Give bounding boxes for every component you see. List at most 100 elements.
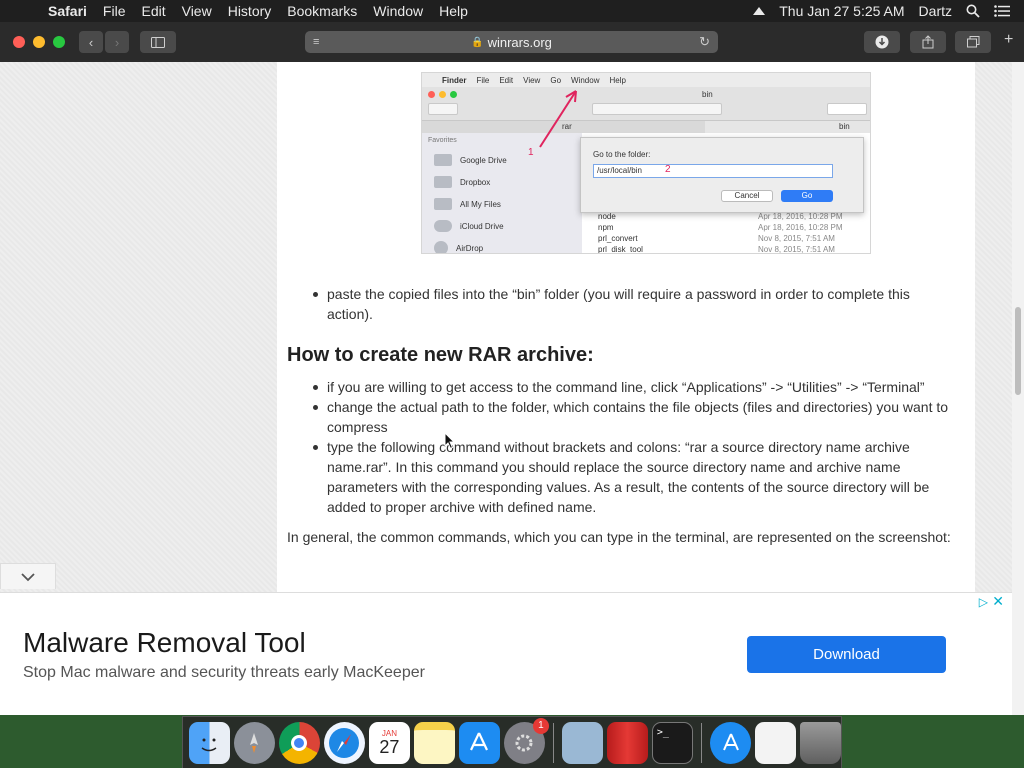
terminal-icon[interactable]: >_: [651, 721, 694, 764]
sidebar-toggle-button[interactable]: [140, 31, 176, 53]
reload-icon[interactable]: ↻: [699, 34, 710, 50]
screenshot-sidebar-item: iCloud Drive: [422, 215, 582, 237]
calendar-icon[interactable]: JAN 27: [368, 721, 410, 764]
screenshot-sidebar-item: Google Drive: [422, 149, 582, 171]
collapse-ad-button[interactable]: [0, 563, 56, 589]
screenshot-menu-help: Help: [609, 75, 626, 85]
mouse-cursor-icon: [444, 432, 456, 450]
tabs-overview-button[interactable]: [955, 31, 991, 53]
notes-icon[interactable]: [413, 721, 455, 764]
screenshot-goto-dialog: Go to the folder: /usr/local/bin Cancel …: [580, 137, 864, 213]
winrar-icon[interactable]: [606, 721, 648, 764]
safari-icon[interactable]: [323, 721, 365, 764]
app-store-icon[interactable]: [458, 721, 500, 764]
user-name[interactable]: Dartz: [919, 3, 952, 19]
close-window-button[interactable]: [13, 36, 25, 48]
menu-file[interactable]: File: [95, 3, 134, 19]
clock[interactable]: Thu Jan 27 5:25 AM: [779, 3, 904, 19]
share-button[interactable]: [910, 31, 946, 53]
bullet-command-line1: type the following command without brack…: [327, 439, 910, 455]
bullet-change-path-line2: compress: [327, 419, 388, 435]
menu-edit[interactable]: Edit: [133, 3, 173, 19]
calendar-day: 27: [379, 737, 400, 757]
trash-icon[interactable]: [799, 721, 841, 764]
bullet-command-line3: parameters with the corresponding values…: [327, 479, 930, 495]
dock: JAN 27 1 >_: [182, 716, 842, 768]
sidebar-icon: [151, 36, 165, 48]
share-icon: [922, 35, 934, 49]
back-button[interactable]: ‹: [79, 31, 103, 53]
article-content: Finder File Edit View Go Window Help bin: [277, 62, 975, 592]
screenshot-folder-title: bin: [702, 90, 713, 99]
menu-help[interactable]: Help: [431, 3, 476, 19]
arrow-annotation-icon: [539, 90, 577, 148]
screenshot-sidebar-item: All My Files: [422, 193, 582, 215]
adchoices-icon[interactable]: ▷: [979, 595, 988, 609]
lock-icon: 🔒: [471, 36, 484, 48]
forward-button[interactable]: ›: [105, 31, 129, 53]
screenshot-go-button: Go: [781, 190, 833, 202]
screenshot-sidebar-item: AirDrop: [422, 237, 582, 253]
close-ad-icon[interactable]: ✕: [992, 593, 1004, 610]
bullet-dot: [313, 445, 318, 450]
address-bar[interactable]: ≡ 🔒 winrars.org ↻: [305, 31, 718, 53]
dock-separator: [552, 722, 554, 763]
eject-icon[interactable]: [753, 7, 766, 15]
bullet-paste-line1: paste the copied files into the “bin” fo…: [327, 286, 910, 302]
screenshot-sidebar: Favorites Google Drive Dropbox All My Fi…: [422, 133, 582, 253]
scrollbar-thumb[interactable]: [1015, 307, 1021, 395]
bullet-dot: [313, 292, 318, 297]
launchpad-icon[interactable]: [233, 721, 275, 764]
screenshot-favorites-label: Favorites: [428, 137, 457, 144]
new-tab-button[interactable]: +: [1004, 31, 1024, 49]
screenshot-dialog-label: Go to the folder:: [593, 150, 651, 159]
notification-badge: 1: [532, 717, 549, 734]
ad-title[interactable]: Malware Removal Tool: [23, 627, 306, 659]
app-store-folder-icon[interactable]: [710, 721, 751, 764]
menu-window[interactable]: Window: [365, 3, 431, 19]
bullet-change-path-line1: change the actual path to the folder, wh…: [327, 399, 949, 415]
step-2-label: 2: [665, 164, 671, 175]
finder-icon[interactable]: [189, 721, 230, 764]
download-button[interactable]: Download: [747, 636, 946, 673]
screenshot-file-row: prl_convert Nov 8, 2015, 7:51 AM: [598, 234, 835, 243]
menu-app-safari[interactable]: Safari: [40, 3, 95, 19]
bullet-dot: [313, 385, 318, 390]
minimize-window-button[interactable]: [33, 36, 45, 48]
screenshot-dialog-input: /usr/local/bin: [593, 164, 833, 178]
screenshot-menu-edit: Edit: [499, 75, 514, 85]
spotlight-search-icon[interactable]: [966, 4, 980, 18]
notification-center-icon[interactable]: [994, 5, 1010, 17]
step-1-label: 1: [528, 147, 534, 158]
screenshot-file-row: npm Apr 18, 2016, 10:28 PM: [598, 223, 843, 232]
downloads-button[interactable]: [864, 31, 900, 53]
chrome-icon[interactable]: [278, 721, 320, 764]
screenshot-cancel-button: Cancel: [721, 190, 773, 202]
bullet-dot: [313, 405, 318, 410]
safari-toolbar: ‹ › ≡ 🔒 winrars.org ↻ +: [0, 22, 1024, 62]
zoom-window-button[interactable]: [53, 36, 65, 48]
reader-icon[interactable]: ≡: [313, 36, 319, 48]
screenshot-menu-window: Window: [571, 75, 600, 85]
finder-screenshot-image: Finder File Edit View Go Window Help bin: [421, 72, 871, 254]
document-icon[interactable]: [755, 721, 796, 764]
tabs-icon: [966, 36, 979, 48]
window-controls: [0, 36, 65, 48]
ad-subtitle[interactable]: Stop Mac malware and security threats ea…: [23, 664, 425, 682]
screenshot-path-header-bin: bin: [839, 122, 850, 131]
menu-history[interactable]: History: [220, 3, 280, 19]
screenshot-file-row: prl_disk_tool Nov 8, 2015, 7:51 AM: [598, 245, 835, 254]
menu-bar: Safari File Edit View History Bookmarks …: [0, 0, 1024, 22]
download-icon: [875, 35, 889, 49]
screenshot-menu-file: File: [476, 75, 490, 85]
screenshot-sidebar-item: Dropbox: [422, 171, 582, 193]
page-scrollbar[interactable]: [1012, 62, 1024, 715]
url-text: winrars.org: [487, 34, 552, 50]
preview-icon[interactable]: [561, 721, 603, 764]
menu-view[interactable]: View: [174, 3, 220, 19]
screenshot-toolbar: bin: [422, 87, 870, 121]
system-preferences-icon[interactable]: 1: [503, 717, 549, 764]
menu-bookmarks[interactable]: Bookmarks: [279, 3, 365, 19]
bullet-terminal: if you are willing to get access to the …: [327, 379, 925, 395]
paragraph-commands: In general, the common commands, which y…: [287, 529, 951, 545]
